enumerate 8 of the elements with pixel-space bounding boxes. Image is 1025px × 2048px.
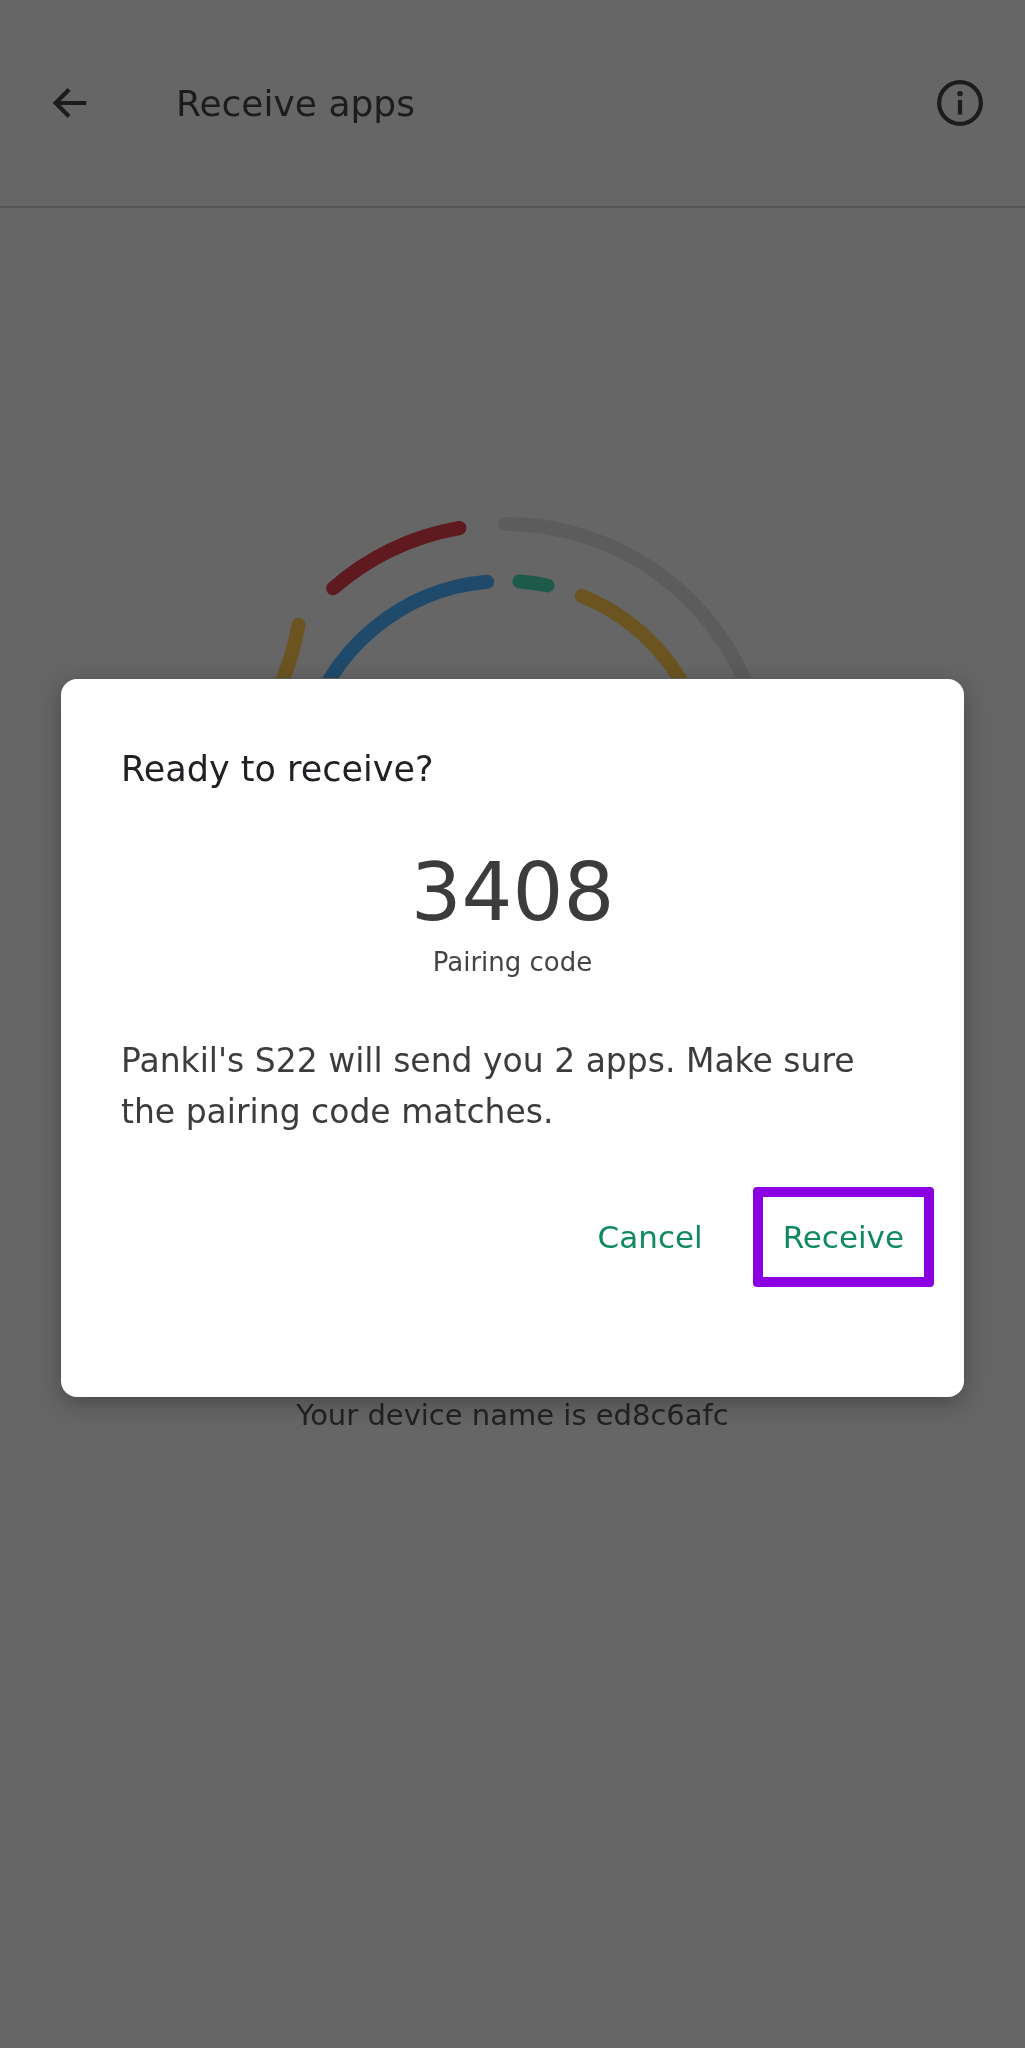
dialog-title: Ready to receive? bbox=[121, 749, 435, 789]
pairing-code-label: Pairing code bbox=[431, 947, 594, 977]
dialog-button[interactable]: Receive bbox=[752, 1187, 934, 1288]
info-icon[interactable] bbox=[935, 78, 985, 128]
device-name: Your device name is ed8c6afc bbox=[295, 1398, 730, 1432]
screen-title: Receive apps bbox=[176, 82, 416, 124]
pairing-code: 3408 bbox=[409, 849, 616, 937]
dialog-message: Pankil's S22 will send you 2 apps. Make sure the pairing code matches. bbox=[121, 1040, 856, 1134]
